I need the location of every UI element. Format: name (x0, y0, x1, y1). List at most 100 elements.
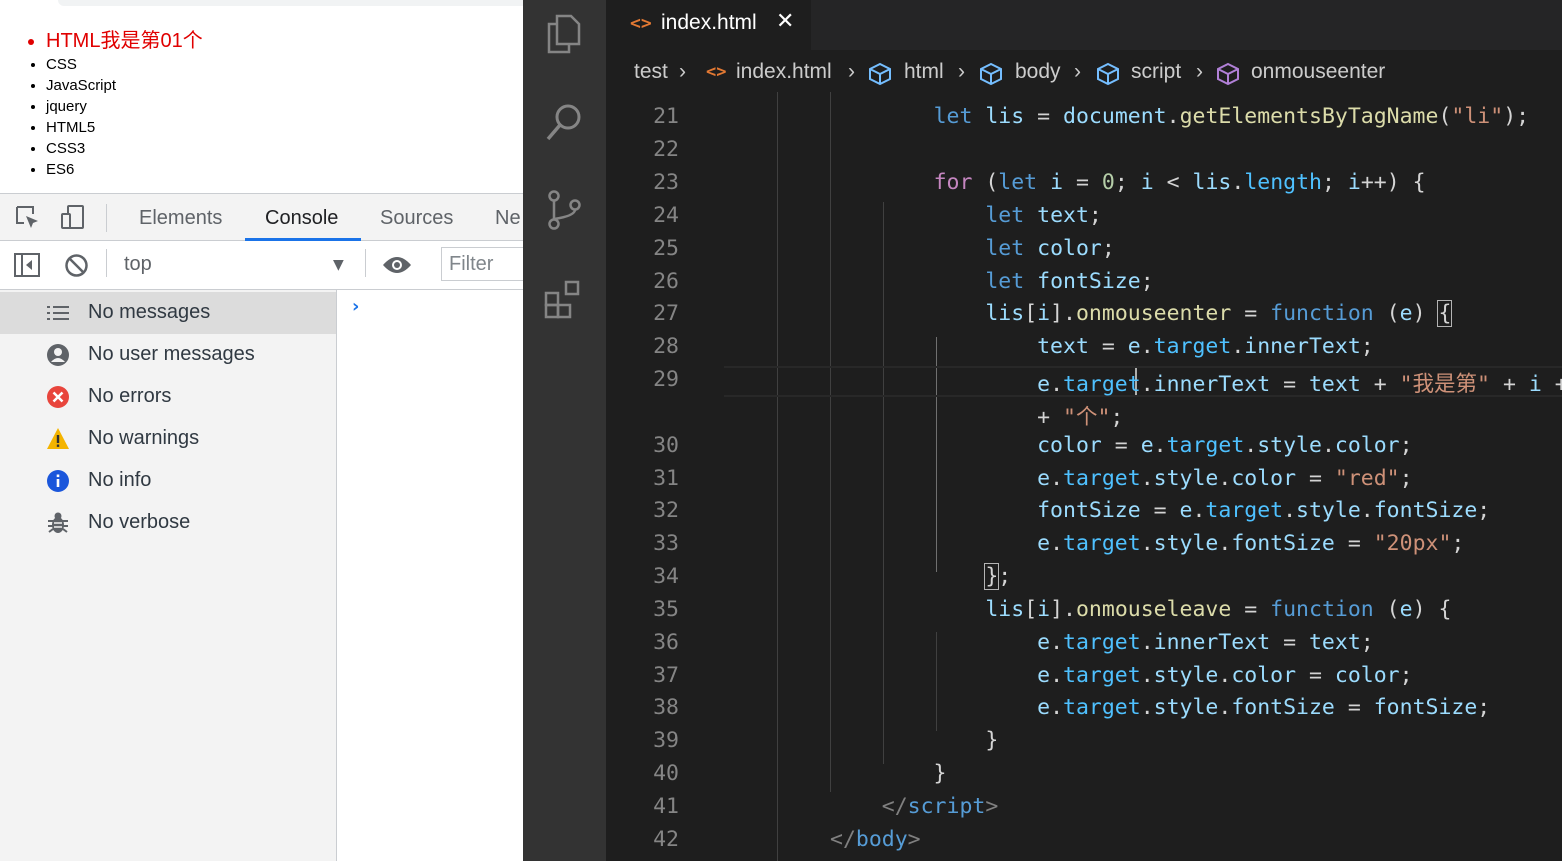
tab-label: index.html (661, 11, 757, 34)
search-icon[interactable] (543, 100, 587, 144)
tab-index-html[interactable]: <> index.html ✕ (606, 0, 811, 50)
close-icon[interactable]: ✕ (776, 9, 794, 34)
page-list: HTML我是第01个 CSS JavaScript jquery HTML5 C… (0, 28, 203, 180)
user-icon (47, 344, 69, 366)
code-line: lis[i].onmouseleave = function (e) { (985, 597, 1452, 622)
code-line: let fontSize; (985, 269, 1154, 294)
code-line: e.target.style.fontSize = fontSize; (1037, 695, 1491, 720)
breadcrumb-item[interactable]: body (1015, 60, 1061, 84)
tab-network[interactable]: Ne (495, 207, 521, 230)
sidebar-item-errors[interactable]: No errors (0, 376, 336, 418)
line-number: 39 (653, 728, 679, 753)
line-number: 32 (653, 498, 679, 523)
sidebar-item-label: No user messages (88, 343, 255, 365)
element-icon (869, 62, 891, 86)
sidebar-item-info[interactable]: No info (0, 460, 336, 502)
code-line: let text; (985, 203, 1102, 228)
code-line: lis[i].onmouseenter = function (e) { (985, 300, 1453, 327)
code-line: }; (984, 563, 1012, 590)
console-toolbar: top ▼ (0, 241, 523, 290)
element-icon (1097, 62, 1119, 86)
explorer-icon[interactable] (543, 12, 587, 56)
rendered-page: HTML我是第01个 CSS JavaScript jquery HTML5 C… (0, 0, 523, 193)
device-toolbar-icon[interactable] (60, 204, 86, 230)
console-prompt-icon[interactable]: › (352, 296, 359, 317)
divider (365, 249, 366, 277)
inspect-element-icon[interactable] (14, 204, 40, 230)
sidebar-item-label: No messages (88, 301, 211, 323)
list-item[interactable]: HTML我是第01个 (46, 28, 203, 54)
sidebar-item-label: No errors (88, 385, 172, 407)
browser-pane: HTML我是第01个 CSS JavaScript jquery HTML5 C… (0, 0, 523, 861)
breadcrumb-item[interactable]: test (634, 60, 668, 84)
sidebar-item-warnings[interactable]: No warnings (0, 418, 336, 460)
code-editor[interactable]: 21 22 23 24 25 26 27 28 29 30 31 32 33 3… (606, 92, 1562, 861)
dropdown-arrow-icon[interactable]: ▼ (333, 257, 344, 273)
line-number: 24 (653, 203, 679, 228)
line-number: 27 (653, 301, 679, 326)
browser-toolbar-edge (58, 0, 523, 6)
list-icon (47, 306, 69, 320)
line-number: 42 (653, 827, 679, 852)
breadcrumb-item[interactable]: script (1131, 60, 1181, 84)
breadcrumb: test › <> index.html › html › body › scr… (606, 50, 1562, 92)
method-icon (1217, 62, 1239, 86)
tab-elements[interactable]: Elements (139, 207, 222, 230)
chevron-right-icon: › (1196, 60, 1203, 83)
code-line: fontSize = e.target.style.fontSize; (1037, 498, 1491, 523)
list-item[interactable]: HTML5 (46, 117, 203, 138)
code-line: for (let i = 0; i < lis.length; i++) { (933, 170, 1426, 195)
chevron-right-icon: › (848, 60, 855, 83)
line-number: 25 (653, 236, 679, 261)
sidebar-item-verbose[interactable]: No verbose (0, 502, 336, 544)
eye-icon[interactable] (382, 255, 412, 275)
list-item[interactable]: CSS (46, 54, 203, 75)
line-number: 31 (653, 466, 679, 491)
line-number: 29 (653, 367, 679, 392)
code-line: e.target.style.color = color; (1037, 663, 1413, 688)
code-line: </body> (830, 827, 921, 852)
divider (106, 249, 107, 277)
sidebar-item-messages[interactable]: No messages (0, 292, 336, 334)
line-number: 23 (653, 170, 679, 195)
line-number: 40 (653, 761, 679, 786)
sidebar-item-label: No info (88, 469, 152, 491)
line-number: 41 (653, 794, 679, 819)
activity-bar (523, 0, 606, 861)
clear-console-icon[interactable] (64, 253, 89, 278)
line-number: 35 (653, 597, 679, 622)
list-item[interactable]: CSS3 (46, 138, 203, 159)
breadcrumb-item[interactable]: html (904, 60, 944, 84)
sidebar-item-user-messages[interactable]: No user messages (0, 334, 336, 376)
line-number: 33 (653, 531, 679, 556)
code-line: color = e.target.style.color; (1037, 433, 1413, 458)
code-line: } (830, 728, 999, 753)
list-item[interactable]: JavaScript (46, 75, 203, 96)
context-selector[interactable]: top (124, 253, 152, 276)
chevron-right-icon: › (679, 60, 686, 83)
list-item[interactable]: ES6 (46, 159, 203, 180)
code-line: e.target.innerText = text; (1037, 630, 1374, 655)
devtools-tabbar: Elements Console Sources Ne (0, 193, 523, 241)
breadcrumb-item[interactable]: onmouseenter (1251, 60, 1385, 84)
list-item[interactable]: jquery (46, 96, 203, 117)
line-number: 38 (653, 695, 679, 720)
code-line: </script> (881, 794, 999, 819)
divider (106, 204, 107, 232)
line-number: 34 (653, 564, 679, 589)
code-line: e.target.innerText = text + "我是第" + i + … (1037, 372, 1562, 397)
html-file-icon: <> (630, 13, 652, 34)
sidebar-toggle-icon[interactable] (14, 253, 40, 277)
chevron-right-icon: › (958, 60, 965, 83)
extensions-icon[interactable] (543, 278, 587, 322)
code-line: } (830, 761, 947, 786)
source-control-icon[interactable] (543, 188, 587, 232)
tab-console[interactable]: Console (265, 207, 338, 230)
breadcrumb-item[interactable]: index.html (736, 60, 832, 84)
warning-icon (47, 428, 69, 449)
line-number: 21 (653, 104, 679, 129)
tab-sources[interactable]: Sources (380, 207, 453, 230)
filter-input[interactable] (441, 247, 523, 281)
code-line: + "个"; (830, 405, 1124, 430)
code-line: e.target.style.fontSize = "20px"; (1037, 531, 1465, 556)
